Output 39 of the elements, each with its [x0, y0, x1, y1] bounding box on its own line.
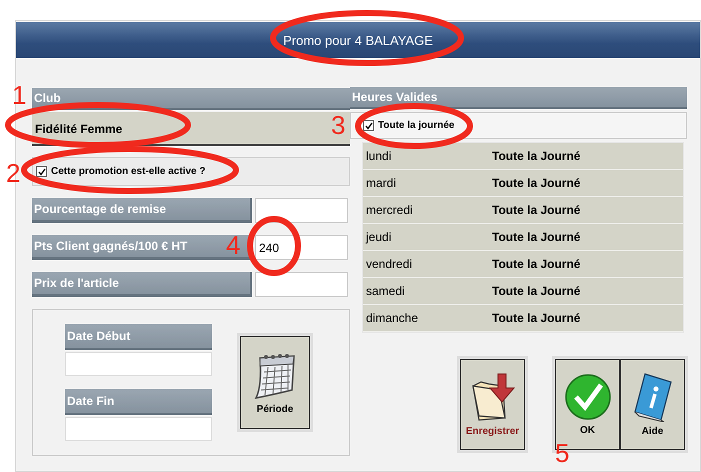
help-button[interactable]: Aide: [620, 359, 685, 450]
table-cell: Toute la Journé: [492, 284, 580, 298]
checkbox[interactable]: [363, 120, 374, 131]
annotation-ellipse: [247, 216, 301, 276]
table-cell: Toute la Journé: [492, 311, 580, 325]
checkbox-label: Cette promotion est-elle active ?: [51, 166, 206, 177]
annotation-number: 4: [226, 232, 240, 258]
table-cell: Toute la Journé: [492, 257, 580, 271]
table-cell: Toute la Journé: [492, 203, 580, 217]
checkbox-label: Toute la journée: [378, 120, 454, 131]
field-label: Prix de l'article: [32, 272, 252, 297]
input-field[interactable]: [255, 272, 348, 297]
table-cell-text: jeudi: [364, 230, 392, 244]
checkmark-icon: [564, 373, 612, 421]
table-cell: Toute la Journé: [492, 230, 580, 244]
input-field[interactable]: [65, 352, 212, 376]
input-field[interactable]: [65, 417, 212, 441]
field-label: Pourcentage de remise: [32, 198, 252, 223]
input-field[interactable]: [255, 198, 348, 223]
period-button[interactable]: Période: [240, 336, 310, 429]
window-title: Promo pour 4 BALAYAGE: [283, 32, 433, 48]
save-button[interactable]: Enregistrer: [460, 359, 525, 450]
table-cell-text: vendredi: [365, 257, 414, 271]
table-cell-text: lundi: [365, 149, 392, 163]
annotation-number: 3: [331, 112, 346, 138]
field-label: Date Fin: [65, 389, 212, 415]
field-label: Date Début: [65, 324, 212, 350]
table-cell-text: samedi: [365, 284, 406, 298]
input-field[interactable]: 240: [255, 235, 348, 260]
section-header: Club: [32, 88, 350, 110]
table-cell: Toute la Journé: [492, 176, 580, 190]
table-cell-text: dimanche: [365, 311, 420, 325]
table-cell-text: mardi: [365, 176, 398, 190]
checkbox[interactable]: [36, 166, 47, 177]
table-cell-text: mercredi: [365, 203, 414, 217]
annotation-number: 1: [12, 82, 26, 108]
annotation-number: 2: [6, 160, 20, 186]
table-cell: Toute la Journé: [492, 149, 580, 163]
section-header: Heures Valides: [350, 87, 687, 109]
